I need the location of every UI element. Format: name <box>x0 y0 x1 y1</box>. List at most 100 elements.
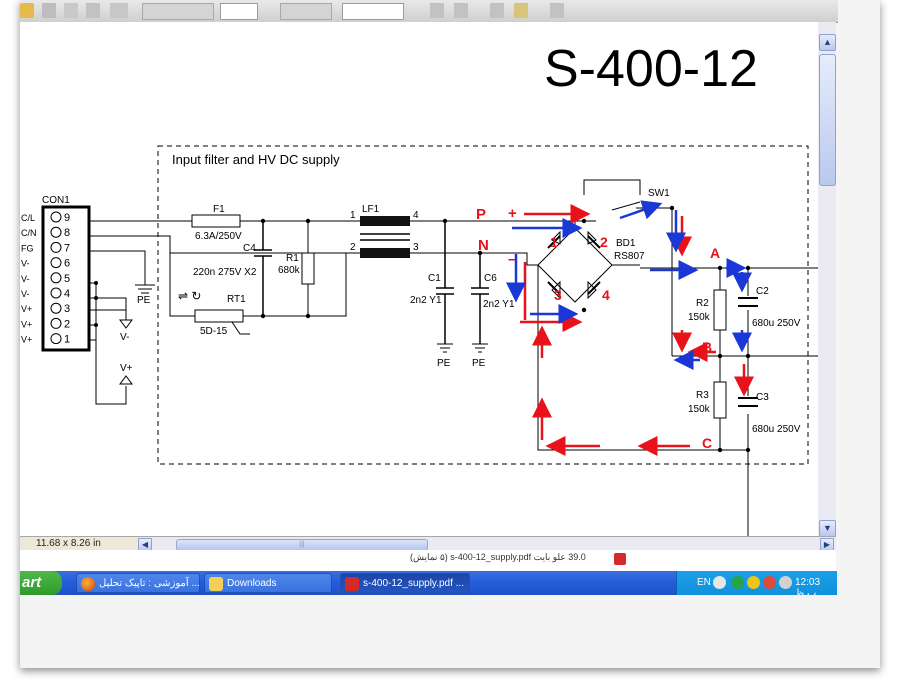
taskbar-item-firefox[interactable]: آموزشی : تاپیک تحلیل ... <box>76 573 200 593</box>
c6-value: 2n2 Y1 <box>483 299 515 310</box>
pin-number: 7 <box>64 242 70 254</box>
fuse-f1 <box>191 214 241 228</box>
vertical-scrollbar[interactable]: ▲ ▼ <box>818 22 836 537</box>
blue-flow-arrows <box>506 200 752 370</box>
c1-label: C1 <box>428 273 441 284</box>
save-icon[interactable] <box>64 3 78 18</box>
hand-tool-icon[interactable] <box>86 3 100 18</box>
svg-text:PE: PE <box>472 358 486 369</box>
shield-icon[interactable] <box>747 576 760 589</box>
language-indicator[interactable]: EN <box>697 577 711 588</box>
svg-text:2: 2 <box>350 242 356 253</box>
pin-signal: C/L <box>21 213 35 223</box>
lf1-label: LF1 <box>362 204 380 215</box>
con1-label: CON1 <box>42 195 70 206</box>
bd1-label: BD1 <box>616 238 636 249</box>
pin-number: 4 <box>64 288 70 300</box>
open-icon[interactable] <box>20 3 34 18</box>
folder-icon <box>209 577 223 591</box>
rt1-value: 5D-15 <box>200 326 228 337</box>
pin-signal: C/N <box>21 228 37 238</box>
f1-label: F1 <box>213 204 225 215</box>
sw1-label: SW1 <box>648 188 670 199</box>
pin-circle <box>50 317 62 329</box>
c2-label: C2 <box>756 286 769 297</box>
c2-value: 680u 250V <box>752 318 801 329</box>
resistor-r3 <box>713 381 727 419</box>
current-flow-annotations: P N + – 1 2 3 4 A B C <box>476 205 720 451</box>
svg-text:4: 4 <box>413 210 419 221</box>
fit-width-icon[interactable] <box>454 3 468 18</box>
vplus-label: V+ <box>120 363 133 374</box>
pdf-page: S-400-12 Input filter and HV DC supply C… <box>20 22 818 536</box>
r2-value: 150k <box>688 312 711 323</box>
c6-label: C6 <box>484 273 497 284</box>
zoom-field[interactable] <box>342 3 404 20</box>
document-title: S-400-12 <box>544 40 758 98</box>
block-title: Input filter and HV DC supply <box>172 152 340 167</box>
select-tool-icon[interactable] <box>110 3 128 18</box>
r2-label: R2 <box>696 298 709 309</box>
output-wires <box>89 282 127 405</box>
svg-text:1: 1 <box>550 234 558 250</box>
nav-buttons[interactable] <box>142 3 214 20</box>
sign-icon[interactable] <box>514 3 528 18</box>
scroll-down-icon[interactable]: ▼ <box>819 520 836 537</box>
pin-signal: V- <box>21 289 30 299</box>
task-label: آموزشی : تاپیک تحلیل ... <box>99 578 200 589</box>
zoom-buttons[interactable] <box>280 3 332 20</box>
c3-value: 680u 250V <box>752 424 801 435</box>
print-icon[interactable] <box>42 3 56 18</box>
window-bottom-area <box>20 595 880 668</box>
taskbar-item-downloads[interactable]: Downloads <box>204 573 332 593</box>
svg-text:⇌ ↻: ⇌ ↻ <box>178 289 201 303</box>
notification-text: 39.0 علو بایت s-400-12_supply.pdf (۵ نما… <box>410 552 586 562</box>
pin-number: 8 <box>64 227 70 239</box>
schematic: S-400-12 Input filter and HV DC supply C… <box>21 40 818 536</box>
pin-circle <box>50 226 62 238</box>
horizontal-scrollbar[interactable]: ◀ ||| ▶ <box>138 538 836 552</box>
download-notification[interactable]: 39.0 علو بایت s-400-12_supply.pdf (۵ نما… <box>20 550 836 571</box>
security-icon[interactable] <box>779 576 792 589</box>
task-label: Downloads <box>227 578 277 589</box>
fit-page-icon[interactable] <box>430 3 444 18</box>
pin-signal: FG <box>21 243 34 253</box>
pin-signal: V+ <box>21 319 32 329</box>
taskbar-item-pdf[interactable]: s-400-12_supply.pdf ... <box>340 573 470 593</box>
choke-lf1-bottom <box>360 248 410 258</box>
pin-number: 6 <box>64 258 70 270</box>
status-bar: 11.68 x 8.26 in ◀ ||| ▶ <box>20 536 836 552</box>
pin-number: 2 <box>64 318 70 330</box>
f1-value: 6.3A/250V <box>195 231 242 242</box>
pin-circle <box>50 302 62 314</box>
connector-pins: 9 C/L 8 C/N 7 FG 6 V- 5 V- 4 V- 3 V+ 2 V+ 1 V+ <box>21 211 70 346</box>
svg-text:2: 2 <box>600 234 608 250</box>
svg-text:+: + <box>508 205 517 222</box>
taskbar: art آموزشی : تاپیک تحلیل ... Downloads s… <box>20 571 837 599</box>
viewer-toolbar <box>20 0 838 23</box>
scroll-thumb[interactable] <box>819 54 836 186</box>
svg-text:P: P <box>476 206 486 223</box>
antivirus-icon[interactable] <box>763 576 776 589</box>
network-icon[interactable] <box>731 576 744 589</box>
find-icon[interactable] <box>550 3 564 18</box>
page-number-field[interactable] <box>220 3 258 20</box>
pin-signal: V+ <box>21 335 32 345</box>
system-tray: EN 12:03 ب.ظ <box>676 571 837 599</box>
r1-label: R1 <box>286 253 299 264</box>
rotate-icon[interactable] <box>490 3 504 18</box>
c4-value: 220n 275V X2 <box>193 267 257 278</box>
scroll-up-icon[interactable]: ▲ <box>819 34 836 51</box>
pin-number: 5 <box>64 273 70 285</box>
pin-circle <box>50 272 62 284</box>
start-button[interactable]: art <box>20 571 62 595</box>
firefox-icon <box>81 577 95 591</box>
svg-text:3: 3 <box>554 287 562 303</box>
task-label: s-400-12_supply.pdf ... <box>363 578 464 589</box>
pin-signal: V- <box>21 274 30 284</box>
pdf-icon <box>614 553 626 565</box>
c3-label: C3 <box>756 392 769 403</box>
tray-arrow-icon[interactable] <box>713 576 726 589</box>
svg-text:C: C <box>702 435 712 451</box>
pin-circle <box>50 333 62 345</box>
